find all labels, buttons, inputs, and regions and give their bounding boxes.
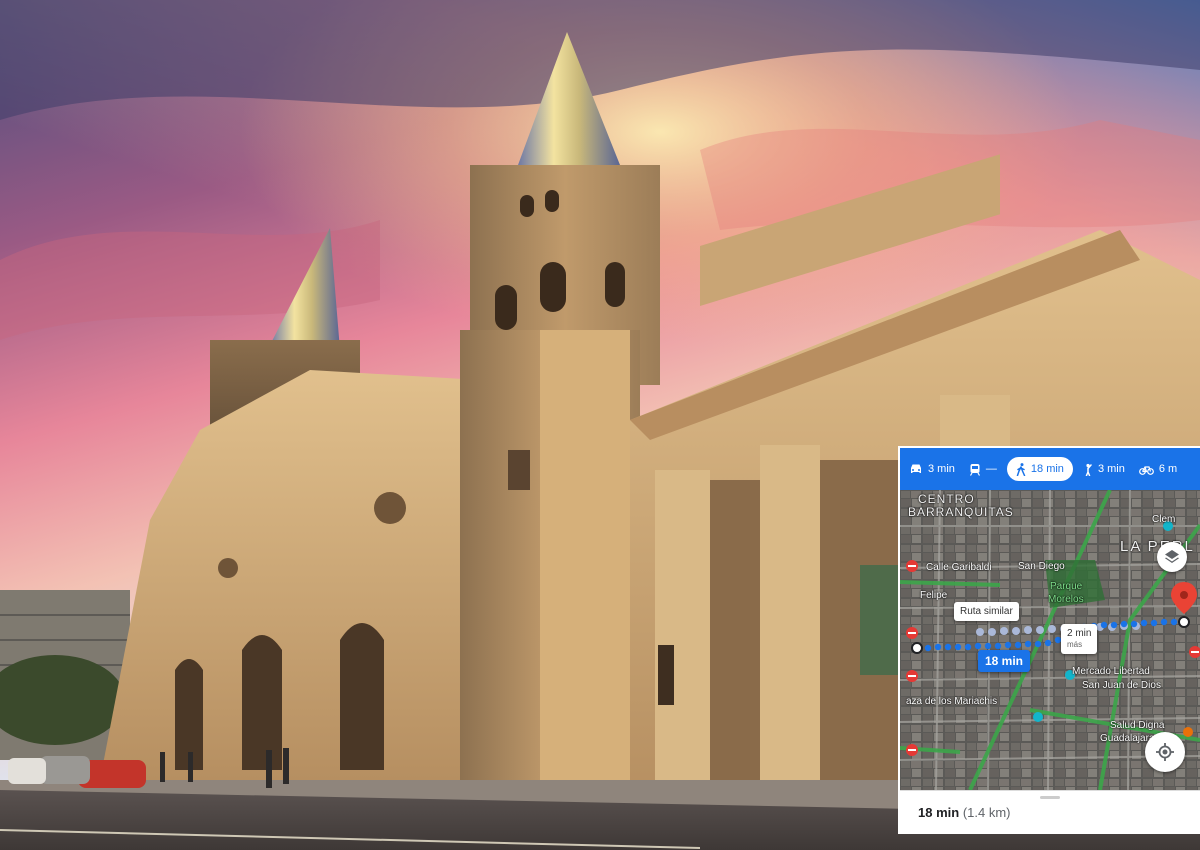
my-location-button[interactable] (1145, 732, 1185, 772)
layers-button[interactable] (1157, 542, 1187, 572)
mode-walk[interactable]: 18 min (1006, 457, 1073, 481)
alternate-route-sub: más (1067, 640, 1083, 649)
satellite-map[interactable]: CENTRO BARRANQUITAS LA PERL Calle Gariba… (900, 490, 1200, 790)
mode-ride-share-time: 3 min (1097, 463, 1125, 475)
label-centro: CENTRO (918, 492, 975, 506)
label-salud-digna: Salud Digna (1110, 720, 1165, 731)
label-morelos: Morelos (1048, 594, 1084, 605)
mode-bike[interactable]: 6 m (1132, 457, 1184, 481)
route-summary: 18 min (1.4 km) (918, 805, 1010, 820)
car-icon (911, 464, 921, 473)
my-location-icon (1156, 743, 1174, 761)
mode-bike-time: 6 m (1158, 463, 1178, 475)
label-mercado-libertad: Mercado Libertad (1072, 666, 1150, 677)
walking-icon (1016, 462, 1026, 476)
alternate-route-callout[interactable]: 2 min más (1061, 624, 1098, 654)
mode-drive-time: 3 min (928, 463, 955, 475)
label-san-diego: San Diego (1018, 561, 1065, 572)
travel-mode-bar: 3 min — 18 min 3 min 6 m (900, 448, 1200, 490)
mode-drive[interactable]: 3 min (902, 457, 962, 481)
alternate-route-time: 2 min (1067, 628, 1092, 639)
similar-route-callout[interactable]: Ruta similar (954, 602, 1019, 621)
main-route-callout[interactable]: 18 min (978, 650, 1031, 672)
label-parque: Parque (1050, 581, 1083, 592)
train-icon (969, 463, 980, 476)
route-summary-sheet[interactable]: 18 min (1.4 km) (900, 790, 1200, 832)
mode-transit-time: — (985, 463, 997, 475)
layers-icon (1165, 550, 1179, 563)
main-route-time: 18 min (985, 654, 1024, 668)
route-distance: (1.4 km) (962, 805, 1011, 820)
origin-marker (911, 642, 923, 654)
mode-walk-time: 18 min (1030, 463, 1064, 475)
mode-transit[interactable]: — (962, 457, 1004, 481)
label-calle-garibaldi: Calle Garibaldi (926, 562, 992, 573)
label-plaza-mariachis: aza de los Mariachis (906, 696, 998, 707)
directions-map-card: 3 min — 18 min 3 min 6 m CENTRO BARRANQU… (900, 448, 1200, 832)
label-clemente: Clem (1152, 514, 1176, 525)
label-san-felipe: Felipe (920, 590, 948, 601)
similar-route-label: Ruta similar (960, 606, 1013, 617)
mode-ride-share[interactable]: 3 min (1076, 457, 1132, 481)
sheet-drag-handle[interactable] (1040, 796, 1060, 799)
route-duration: 18 min (918, 805, 960, 820)
bicycle-icon (1138, 465, 1154, 475)
person-hail-icon (1085, 463, 1092, 476)
label-san-juan-de-dios: San Juan de Dios (1082, 680, 1161, 691)
label-barranquitas: BARRANQUITAS (908, 505, 1014, 519)
